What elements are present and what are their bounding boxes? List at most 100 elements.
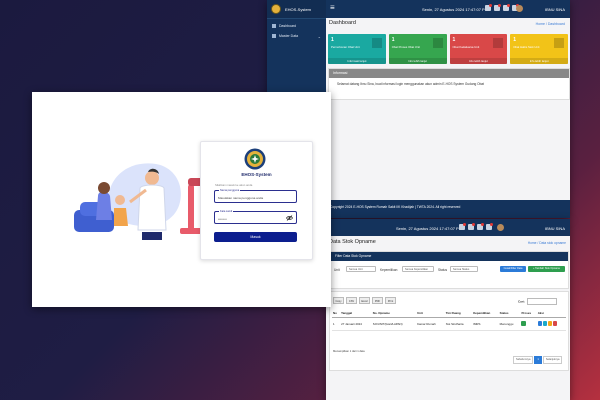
stat-label: Permohonan Obat Unit [331, 45, 360, 49]
username-input[interactable]: Masukkan nama pengguna anda [218, 196, 263, 200]
column-header[interactable]: Kepemilikan [472, 309, 499, 318]
table-header-row: No Tanggal No. Opname Unit Tim Ruang Kep… [332, 309, 566, 318]
cell-proses [520, 317, 537, 331]
cell-tim-ruang: Not Sindharta [444, 317, 473, 331]
sidebar-item-master-data[interactable]: Master Data ⌄ [267, 31, 326, 41]
print-icon[interactable] [547, 321, 552, 326]
edit-icon[interactable] [542, 321, 547, 326]
print-button[interactable]: Print [385, 297, 396, 304]
column-header[interactable]: Unit [416, 309, 445, 318]
print-filter-button[interactable]: Cetak/Filter Data [500, 266, 526, 272]
sidebar-item-dashboard[interactable]: Dashboard [267, 21, 326, 31]
bell-icon[interactable] [468, 223, 475, 230]
status-label: Status [438, 268, 448, 272]
pagination-current[interactable]: 1 [534, 356, 542, 364]
breadcrumb[interactable]: Home / Data stok opname [528, 241, 566, 245]
password-input[interactable]: •••••••• [218, 217, 227, 221]
process-button[interactable] [521, 321, 527, 326]
stock-opname-table: No Tanggal No. Opname Unit Tim Ruang Kep… [332, 309, 566, 331]
export-buttons: Copy CSV Excel PDF Print [333, 297, 396, 304]
eye-slash-icon[interactable] [286, 215, 293, 221]
stat-label: Obat Habis Stok Unit [513, 45, 540, 49]
stat-card-kadaluarsa: 1 Obat Kadaluarsa Unit Info lebih lanjut [449, 34, 508, 64]
login-window: EHOS-System Silahkan masuk ke akun anda … [32, 92, 331, 307]
flag-icon[interactable] [486, 223, 493, 230]
avatar[interactable] [497, 224, 504, 231]
info-heading: Informasi [329, 69, 569, 78]
cell-kepemilikan: IMRS [472, 317, 499, 331]
column-header[interactable]: No. Opname [371, 309, 417, 318]
stat-more-link[interactable]: Informasi lanjut [328, 58, 386, 64]
mail-icon[interactable] [459, 223, 466, 230]
password-field[interactable]: Kata sandi •••••••• [214, 210, 297, 224]
folder-icon [272, 34, 276, 38]
filter-row: Unit Semua Unit Kepemilikan Semua Kepemi… [330, 266, 568, 274]
column-header[interactable]: Tim Ruang [444, 309, 473, 318]
topbar-datetime: Senin, 27 Agustus 2024 17:47:07 PM [422, 7, 489, 12]
csv-button[interactable]: CSV [346, 297, 357, 304]
topbar: ≡ Senin, 27 Agustus 2024 17:47:07 PM IBN… [326, 0, 570, 18]
kepemilikan-select[interactable]: Semua Kepemilikan [402, 266, 434, 272]
add-stock-opname-button[interactable]: + Tambah Stok Opname [528, 266, 565, 272]
search-label: Cari: [518, 299, 525, 304]
view-icon[interactable] [537, 321, 542, 326]
cell-status: Menunggu [498, 317, 521, 331]
cart-icon[interactable] [503, 4, 510, 11]
notification-icons [459, 223, 493, 230]
pagination-next[interactable]: Selanjutnya [542, 356, 563, 364]
search-box: Cari: [518, 298, 557, 305]
topbar-datetime: Senin, 27 Agustus 2024 17:47:07 PM [396, 226, 463, 231]
edit-icon [371, 38, 382, 48]
brand-logo-icon [271, 4, 281, 14]
login-card: EHOS-System Silahkan masuk ke akun anda … [200, 141, 313, 260]
page-header: Dashboard Home / Dashboard [329, 20, 565, 32]
cell-no: 1 [332, 317, 341, 331]
column-header[interactable]: No [332, 309, 341, 318]
delete-icon[interactable] [552, 321, 557, 326]
username-field[interactable]: Nama pengguna Masukkan nama pengguna and… [214, 189, 297, 203]
filter-panel: Filter Data Stok Opname Unit Semua Unit … [329, 251, 569, 289]
sidebar-item-label: Master Data [279, 34, 299, 38]
user-name[interactable]: IBNU SINA [545, 7, 565, 12]
cell-tanggal: 27 Januari 2024 [340, 317, 372, 331]
mail-icon[interactable] [485, 4, 492, 11]
column-header[interactable]: Tanggal [340, 309, 372, 318]
column-header[interactable]: Aksi [536, 309, 566, 318]
login-button[interactable]: Masuk [214, 232, 297, 242]
filter-heading: Filter Data Stok Opname [330, 252, 568, 261]
chevron-down-icon: ⌄ [317, 33, 321, 39]
pdf-button[interactable]: PDF [372, 297, 383, 304]
pagination-prev[interactable]: Sebelumnya [513, 356, 534, 364]
breadcrumb[interactable]: Home / Dashboard [536, 22, 565, 26]
app-name: EHOS-System [241, 172, 272, 177]
stat-card-habis: 1 Obat Habis Stok Unit Info lebih lanjut [510, 34, 568, 64]
unit-select[interactable]: Semua Unit [346, 266, 376, 272]
page-title: Data Stok Opname [329, 239, 376, 245]
bell-icon[interactable] [494, 4, 501, 11]
copy-button[interactable]: Copy [333, 297, 344, 304]
stat-cards: 1 Permohonan Obat Unit Informasi lanjut … [328, 34, 568, 64]
user-name[interactable]: IBNU SINA [545, 226, 565, 231]
stat-more-link[interactable]: Info lebih lanjut [388, 58, 447, 64]
table-panel: Copy CSV Excel PDF Print Cari: No Tangga… [329, 291, 569, 371]
stock-opname-window: ≡ Senin, 27 Agustus 2024 17:47:07 PM IBN… [326, 219, 570, 400]
pie-chart-icon [554, 38, 564, 48]
info-panel: Informasi Selamat datang Ibnu Sina, buat… [328, 68, 570, 100]
app-logo-icon [244, 148, 266, 170]
unit-label: Unit [334, 268, 340, 272]
cart-icon[interactable] [477, 223, 484, 230]
bar-chart-icon [432, 38, 443, 48]
table-info: Menampilkan 1 dari 1 data [333, 350, 365, 353]
info-body: Selamat datang Ibnu Sina, buat informasi… [337, 82, 485, 86]
status-select[interactable]: Semua Status [450, 266, 478, 272]
sidebar-brand[interactable]: EHOS-System [267, 0, 326, 19]
excel-button[interactable]: Excel [359, 297, 370, 304]
stat-more-link[interactable]: Info lebih lanjut [510, 58, 568, 64]
column-header[interactable]: Status [498, 309, 521, 318]
menu-toggle-icon[interactable]: ≡ [330, 4, 335, 12]
column-header[interactable]: Proses [520, 309, 537, 318]
stat-more-link[interactable]: Info lebih lanjut [449, 58, 508, 64]
avatar[interactable] [516, 5, 523, 12]
search-input[interactable] [526, 298, 557, 305]
footer-text: Copyright 2024 E-HOS System Rumah Sakit … [326, 200, 570, 218]
